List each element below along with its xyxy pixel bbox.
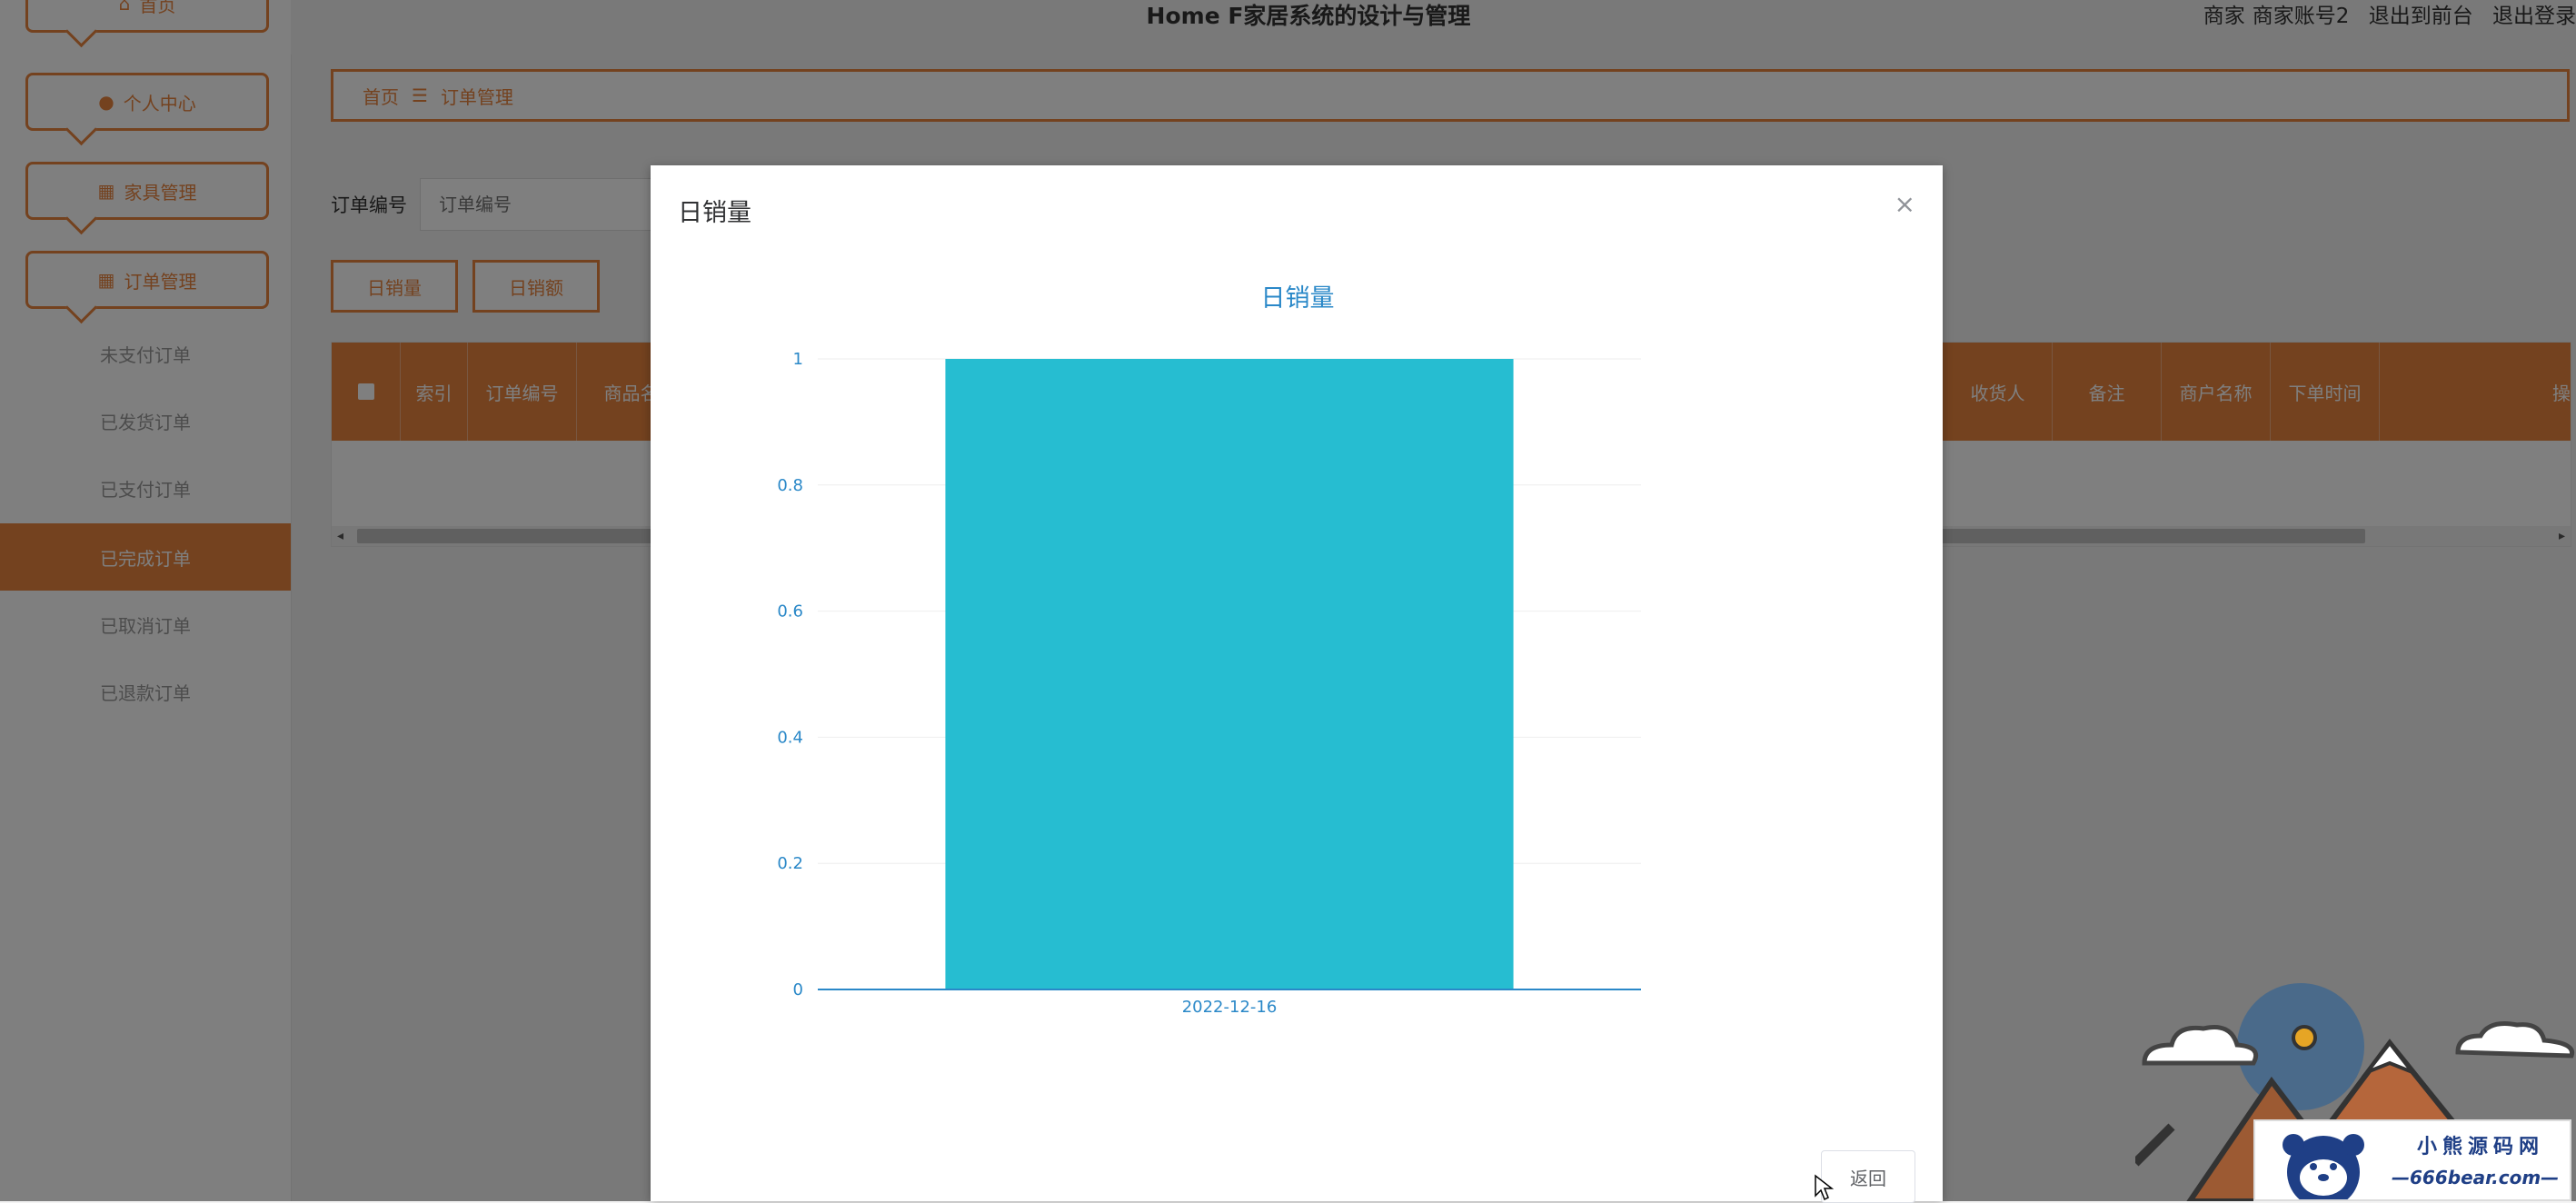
- return-button[interactable]: 返回: [1821, 1150, 1915, 1203]
- y-tick-label: 0.4: [777, 728, 803, 747]
- mouse-cursor-icon: [1815, 1174, 1834, 1201]
- watermark-line2: —666bear.com—: [2392, 1167, 2560, 1188]
- chart-title: 日销量: [1261, 284, 1335, 313]
- watermark-line1: 小熊源码网: [2417, 1136, 2545, 1158]
- y-tick-label: 0.2: [777, 854, 803, 873]
- x-tick-label: 2022-12-16: [1182, 998, 1278, 1017]
- watermark-logo: 小熊源码网 —666bear.com—: [2253, 1119, 2571, 1201]
- bar[interactable]: [945, 359, 1514, 989]
- daily-sales-chart: 日销量 0 0.2 0.4 0.6 0.8 1 2022-12-16: [777, 284, 1641, 1017]
- modal-title: 日销量: [678, 199, 751, 227]
- bear-icon: [2283, 1134, 2364, 1199]
- y-tick-label: 1: [793, 350, 803, 369]
- y-tick-label: 0.8: [777, 476, 803, 495]
- close-icon[interactable]: ×: [1895, 189, 1915, 219]
- y-tick-label: 0.6: [777, 602, 803, 621]
- daily-sales-modal: 日销量 × 日销量 0 0.2 0.4 0.6 0.8 1 2022-12-16 返回: [651, 165, 1943, 1203]
- y-tick-label: 0: [793, 980, 803, 999]
